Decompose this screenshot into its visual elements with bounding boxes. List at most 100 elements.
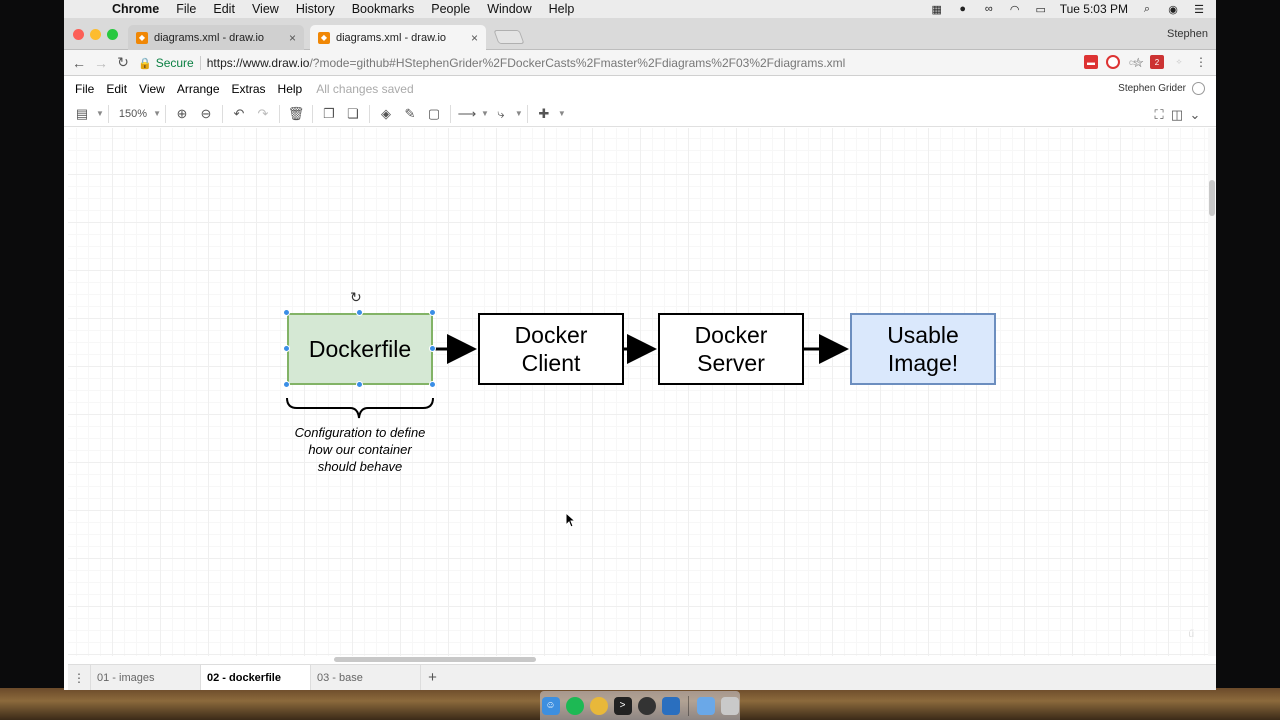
spotlight-search-icon[interactable]: ⌕ [1140,3,1154,15]
chevron-down-icon[interactable]: ▼ [153,109,161,118]
menubar-app-name[interactable]: Chrome [112,2,159,16]
menubar-clock[interactable]: Tue 5:03 PM [1060,2,1128,16]
page-tab-dockerfile[interactable]: 02 - dockerfile [200,664,310,690]
opera-icon[interactable] [1106,55,1120,69]
resize-handle[interactable] [429,309,436,316]
new-tab-button[interactable] [493,30,525,44]
zoom-level[interactable]: 150% [119,108,147,120]
extension-icon[interactable]: ▬ [1084,55,1098,69]
zoom-in-icon[interactable]: ⊕ [170,104,194,124]
menubar-item-view[interactable]: View [252,2,279,16]
node-docker-client[interactable]: Docker Client [478,313,624,385]
format-panel-icon[interactable]: ▤ [70,104,94,124]
node-docker-server[interactable]: Docker Server [658,313,804,385]
page-tab-base[interactable]: 03 - base [310,664,420,690]
folder-icon[interactable] [696,696,715,715]
undo-icon[interactable]: ↶ [227,104,251,124]
zoom-out-icon[interactable]: ⊖ [194,104,218,124]
chrome-profile-name[interactable]: Stephen [1167,28,1208,40]
forward-arrow-icon[interactable]: → [90,55,112,71]
rotate-handle-icon[interactable]: ↻ [350,289,362,306]
drawio-user-menu[interactable]: Stephen Grider [1118,83,1186,94]
chevron-down-icon[interactable]: ▼ [515,109,523,118]
reload-icon[interactable]: ↻ [112,54,134,71]
dockerfile-caption[interactable]: Configuration to define how our containe… [280,424,440,475]
browser-tab[interactable]: ◆ diagrams.xml - draw.io × [128,25,304,50]
chrome-menu-icon[interactable]: ⋮ [1194,55,1208,69]
chevron-down-icon[interactable]: ▼ [481,109,489,118]
maximize-window-button[interactable] [107,29,118,40]
chrome-icon[interactable] [589,696,608,715]
drawio-menu-edit[interactable]: Edit [106,82,127,96]
resize-handle[interactable] [356,381,363,388]
siri-icon[interactable]: ◉ [1166,3,1180,16]
vertical-scrollbar[interactable] [1208,128,1216,656]
diagram-canvas[interactable]: ↻ Dockerfile Docker Client Docker Server… [68,128,1208,656]
drawio-menu-arrange[interactable]: Arrange [177,82,220,96]
redo-icon[interactable]: ↷ [251,104,275,124]
page-tab-images[interactable]: 01 - images [90,664,200,690]
insert-plus-icon[interactable]: ✚ [532,104,556,124]
close-tab-icon[interactable]: × [289,31,296,45]
menubar-item-help[interactable]: Help [549,2,575,16]
vertical-scroll-thumb[interactable] [1209,180,1215,216]
resize-handle[interactable] [283,381,290,388]
resize-handle[interactable] [283,345,290,352]
resize-handle[interactable] [429,381,436,388]
node-usable-image[interactable]: Usable Image! [850,313,996,385]
menubar-item-file[interactable]: File [176,2,196,16]
browser-tab-active[interactable]: ◆ diagrams.xml - draw.io × [310,25,486,50]
drawio-menu-help[interactable]: Help [278,82,303,96]
chevron-down-icon[interactable]: ▼ [96,109,104,118]
battery-icon[interactable]: ▭ [1034,3,1048,16]
waypoints-icon[interactable]: ⤷ [489,104,513,124]
glasses-icon[interactable]: ∞ [982,3,996,15]
line-color-icon[interactable]: ✎ [398,104,422,124]
recording-icon[interactable]: ● [956,3,970,15]
docker-icon[interactable]: ▦ [930,3,944,16]
menubar-item-history[interactable]: History [296,2,335,16]
fullscreen-icon[interactable]: ⛶ [1152,105,1166,125]
menubar-item-window[interactable]: Window [487,2,531,16]
delete-icon[interactable]: 🗑 [284,104,308,124]
language-globe-icon[interactable] [1192,82,1205,95]
address-bar[interactable]: 🔒 Secure https://www.draw.io /?mode=gith… [138,53,1148,73]
horizontal-scroll-thumb[interactable] [334,657,536,662]
trash-icon[interactable] [720,696,739,715]
format-toggle-icon[interactable]: ◫ [1170,105,1184,125]
resize-handle[interactable] [283,309,290,316]
to-front-icon[interactable]: ❐ [317,104,341,124]
notification-list-icon[interactable]: ☰ [1192,3,1206,16]
spotify-icon[interactable] [565,696,584,715]
minimize-window-button[interactable] [90,29,101,40]
pages-menu-icon[interactable]: ⋮ [68,671,90,685]
shadow-icon[interactable]: ▢ [422,104,446,124]
terminal-icon[interactable]: > [613,696,632,715]
drawio-menu-file[interactable]: File [75,82,94,96]
menubar-item-bookmarks[interactable]: Bookmarks [352,2,415,16]
resize-handle[interactable] [429,345,436,352]
extension-icon[interactable]: ⟡ [1172,55,1186,69]
chrome-window: Chrome File Edit View History Bookmarks … [64,0,1216,690]
menubar-item-edit[interactable]: Edit [213,2,235,16]
css-extension-icon[interactable]: css [1128,55,1142,69]
to-back-icon[interactable]: ❏ [341,104,365,124]
wifi-icon[interactable]: ◠ [1008,3,1022,16]
fill-color-icon[interactable]: ◈ [374,104,398,124]
connection-style-icon[interactable]: ⟶ [455,104,479,124]
add-page-button[interactable]: + [420,664,444,690]
collapse-icon[interactable]: ⌄ [1188,105,1202,125]
menubar-item-people[interactable]: People [431,2,470,16]
chevron-down-icon[interactable]: ▼ [558,109,566,118]
node-dockerfile[interactable]: Dockerfile [287,313,433,385]
drawio-menu-extras[interactable]: Extras [232,82,266,96]
resize-handle[interactable] [356,309,363,316]
vscode-icon[interactable] [661,696,680,715]
back-arrow-icon[interactable]: ← [68,55,90,71]
drawio-menu-view[interactable]: View [139,82,165,96]
ublock-icon[interactable]: 2 [1150,55,1164,69]
obs-icon[interactable] [637,696,656,715]
close-tab-icon[interactable]: × [471,31,478,45]
close-window-button[interactable] [73,29,84,40]
finder-icon[interactable]: ☺ [541,696,560,715]
